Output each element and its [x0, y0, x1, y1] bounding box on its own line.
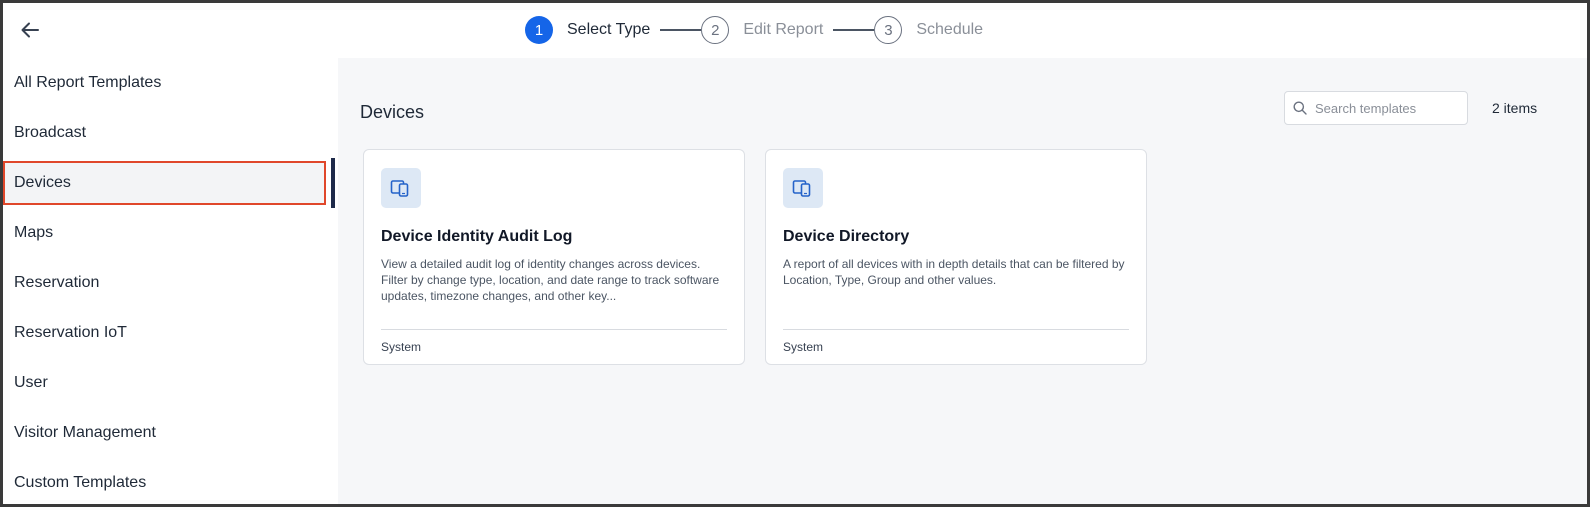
- active-indicator: [331, 158, 335, 208]
- card-divider: [381, 329, 727, 330]
- sidebar-item-devices[interactable]: Devices: [3, 161, 326, 205]
- search-icon: [1293, 101, 1307, 115]
- card-description: View a detailed audit log of identity ch…: [381, 257, 720, 303]
- step-label: Schedule: [916, 21, 984, 38]
- stepper: 1 Select Type 2 Edit Report 3 Schedule: [525, 15, 983, 45]
- step-number: 2: [701, 16, 730, 44]
- card-description: A report of all devices with in depth de…: [783, 257, 1125, 287]
- item-count: 2 items: [1492, 100, 1538, 116]
- sidebar-item-broadcast[interactable]: Broadcast: [3, 108, 335, 158]
- sidebar-item-reservation-iot[interactable]: Reservation IoT: [3, 308, 335, 358]
- template-card-device-identity-audit-log[interactable]: Device Identity Audit Log View a detaile…: [363, 149, 745, 365]
- sidebar-item-custom-templates[interactable]: Custom Templates: [3, 458, 335, 504]
- back-button[interactable]: [17, 17, 43, 43]
- template-card-device-directory[interactable]: Device Directory A report of all devices…: [765, 149, 1147, 365]
- card-divider: [783, 329, 1129, 330]
- arrow-left-icon: [21, 22, 39, 38]
- step-schedule[interactable]: 3 Schedule: [874, 16, 983, 44]
- step-label: Select Type: [567, 21, 651, 38]
- devices-icon: [783, 168, 823, 208]
- step-connector: [833, 29, 875, 31]
- step-connector: [660, 29, 702, 31]
- step-select-type[interactable]: 1 Select Type: [525, 16, 650, 44]
- card-source-label: System: [783, 340, 824, 354]
- step-number: 1: [525, 16, 553, 44]
- search-box[interactable]: [1284, 91, 1468, 125]
- search-input[interactable]: [1315, 100, 1455, 116]
- step-edit-report[interactable]: 2 Edit Report: [701, 16, 823, 44]
- sidebar-item-maps[interactable]: Maps: [3, 208, 335, 258]
- card-source-label: System: [381, 340, 422, 354]
- card-title: Device Directory: [783, 228, 910, 245]
- page-title: Devices: [360, 102, 425, 122]
- sidebar-item-user[interactable]: User: [3, 358, 335, 408]
- main-content: Devices 2 items Device Identity Audit Lo…: [338, 58, 1587, 504]
- sidebar-item-all-report-templates[interactable]: All Report Templates: [3, 58, 335, 108]
- step-number: 3: [874, 16, 903, 44]
- step-label: Edit Report: [743, 21, 824, 38]
- app-window: 1 Select Type 2 Edit Report 3 Schedule A…: [0, 0, 1590, 507]
- sidebar-item-reservation[interactable]: Reservation: [3, 258, 335, 308]
- header: 1 Select Type 2 Edit Report 3 Schedule: [3, 3, 1587, 58]
- sidebar: All Report Templates Broadcast Devices M…: [3, 58, 335, 504]
- sidebar-item-visitor-management[interactable]: Visitor Management: [3, 408, 335, 458]
- card-title: Device Identity Audit Log: [381, 228, 573, 245]
- devices-icon: [381, 168, 421, 208]
